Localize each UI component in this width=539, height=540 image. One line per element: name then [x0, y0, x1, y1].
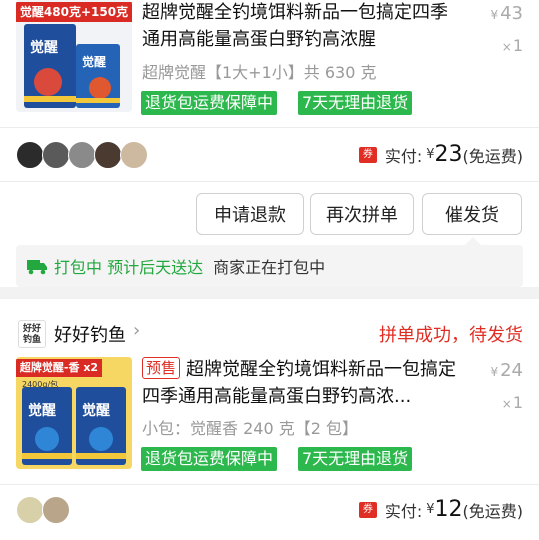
- currency-symbol: ¥: [426, 502, 435, 517]
- paid-shipping: (免运费): [462, 146, 524, 166]
- order-card-1[interactable]: 觉醒 觉醒 觉醒480克+150克 超牌觉醒全钓境饵料新品一包搞定四季通用高能量…: [0, 0, 539, 287]
- refund-button[interactable]: 申请退款: [196, 193, 304, 235]
- tag-seven-day-return: 7天无理由退货: [298, 447, 413, 471]
- divider: [0, 181, 539, 182]
- paid-label: 实付:: [384, 501, 423, 521]
- product-thumbnail[interactable]: 觉醒 觉醒 觉醒480克+150克: [16, 0, 132, 112]
- product-thumbnail[interactable]: 觉醒 觉醒 超牌觉醒-香 x2 2400g/包: [16, 357, 132, 469]
- urge-shipment-button[interactable]: 催发货: [422, 193, 522, 235]
- product-title[interactable]: 超牌觉醒全钓境饵料新品一包搞定四季通用高能量高蛋白野钓高浓腥: [142, 0, 462, 53]
- product-title[interactable]: 预售 超牌觉醒全钓境饵料新品一包搞定四季通用高能量高蛋白野钓高浓...: [142, 356, 462, 410]
- thumbnail-banner: 超牌觉醒-香 x2: [16, 359, 102, 377]
- coupon-icon: 券: [358, 501, 377, 518]
- paid-shipping: (免运费): [462, 501, 524, 521]
- price-value: 24: [500, 360, 523, 381]
- tag-seven-day-return: 7天无理由退货: [298, 91, 413, 115]
- status-arrow: [465, 237, 481, 245]
- currency-symbol: ¥: [490, 365, 499, 379]
- product-price: ¥43: [490, 3, 523, 24]
- avatar: [68, 141, 96, 169]
- avatar: [16, 496, 44, 524]
- avatar: [42, 141, 70, 169]
- divider: [0, 127, 539, 128]
- svg-text:觉醒: 觉醒: [28, 402, 56, 419]
- thumbnail-weight: 2400g/包: [22, 380, 59, 389]
- logistics-status[interactable]: 打包中 预计后天送达 商家正在打包中: [16, 237, 523, 287]
- qty-value: 1: [512, 36, 523, 55]
- qty-prefix: ×: [501, 40, 512, 54]
- divider: [0, 484, 539, 485]
- avatar: [42, 496, 70, 524]
- product-title-text: 超牌觉醒全钓境饵料新品一包搞定四季通用高能量高蛋白野钓高浓...: [142, 359, 457, 407]
- paid-amount: 12: [434, 497, 463, 522]
- status-text-eta: 打包中 预计后天送达: [54, 258, 204, 277]
- group-avatars[interactable]: [16, 496, 70, 524]
- presale-badge: 预售: [142, 357, 181, 379]
- currency-symbol: ¥: [490, 8, 499, 22]
- order-separator: [0, 287, 539, 299]
- avatar: [94, 141, 122, 169]
- product-variant: 超牌觉醒【1大+1小】共 630 克: [142, 63, 377, 82]
- paid-amount: 23: [434, 142, 463, 167]
- truck-icon: [27, 260, 47, 275]
- order-card-2[interactable]: 好好钓鱼 好好钓鱼 › 拼单成功，待发货 觉醒 觉醒 超牌觉醒-香 x2 240…: [0, 299, 539, 540]
- product-quantity: ×1: [502, 393, 523, 412]
- price-value: 43: [500, 3, 523, 24]
- tag-return-shipping: 退货包运费保障中: [141, 447, 278, 471]
- chevron-right-icon[interactable]: ›: [133, 320, 140, 341]
- currency-symbol: ¥: [426, 147, 435, 162]
- thumbnail-banner: 觉醒480克+150克: [16, 2, 132, 22]
- status-text-packing: 商家正在打包中: [213, 258, 326, 277]
- reorder-button[interactable]: 再次拼单: [310, 193, 414, 235]
- group-avatars[interactable]: [16, 141, 148, 169]
- order-status: 拼单成功，待发货: [379, 325, 523, 346]
- coupon-icon: 券: [358, 146, 377, 163]
- shop-logo: 好好钓鱼: [18, 320, 46, 348]
- amount-paid: 券 实付: ¥ 23 (免运费): [358, 142, 524, 167]
- svg-text:觉醒: 觉醒: [82, 402, 110, 419]
- shop-name[interactable]: 好好钓鱼: [54, 321, 126, 347]
- qty-value: 1: [512, 393, 523, 412]
- product-variant: 小包：觉醒香 240 克【2 包】: [142, 419, 358, 438]
- amount-paid: 券 实付: ¥ 12 (免运费): [358, 497, 524, 522]
- svg-text:觉醒: 觉醒: [82, 54, 106, 69]
- svg-text:觉醒: 觉醒: [30, 39, 58, 56]
- product-price: ¥24: [490, 360, 523, 381]
- qty-prefix: ×: [501, 397, 512, 411]
- tag-return-shipping: 退货包运费保障中: [141, 91, 278, 115]
- avatar: [120, 141, 148, 169]
- paid-label: 实付:: [384, 146, 423, 166]
- product-quantity: ×1: [502, 36, 523, 55]
- avatar: [16, 141, 44, 169]
